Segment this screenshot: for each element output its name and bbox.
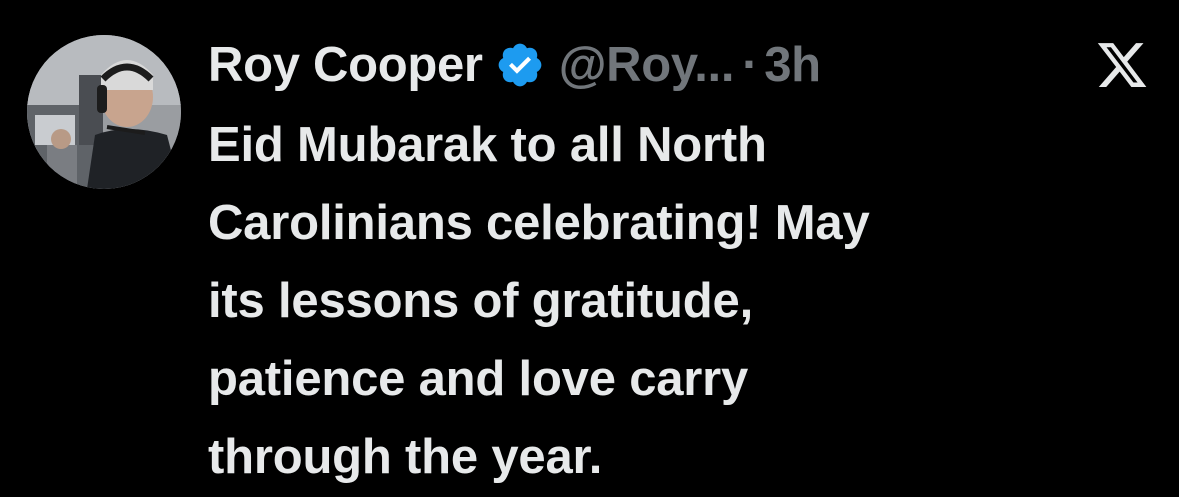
profile-photo	[27, 35, 181, 189]
header-separator: ·	[742, 38, 759, 92]
x-logo-icon[interactable]	[1095, 38, 1149, 92]
author-avatar[interactable]	[27, 35, 181, 189]
tweet-text-line: through the year.	[208, 430, 603, 484]
verified-badge-icon[interactable]	[495, 40, 545, 90]
tweet-text-line: Carolinians celebrating! May	[208, 196, 870, 250]
author-display-name[interactable]: Roy Cooper	[208, 37, 483, 93]
tweet-card[interactable]: Roy Cooper @Roy... · 3h Eid Mubarak to a…	[0, 0, 1179, 497]
tweet-header: Roy Cooper @Roy... · 3h	[208, 28, 821, 102]
tweet-text-line: patience and love carry	[208, 352, 749, 406]
tweet-body: Eid Mubarak to all North Carolinians cel…	[208, 106, 1158, 496]
author-handle[interactable]: @Roy...	[559, 37, 735, 93]
tweet-text-line: its lessons of gratitude,	[208, 274, 753, 328]
tweet-text-line: Eid Mubarak to all North	[208, 118, 767, 172]
tweet-timestamp[interactable]: 3h	[764, 37, 821, 93]
